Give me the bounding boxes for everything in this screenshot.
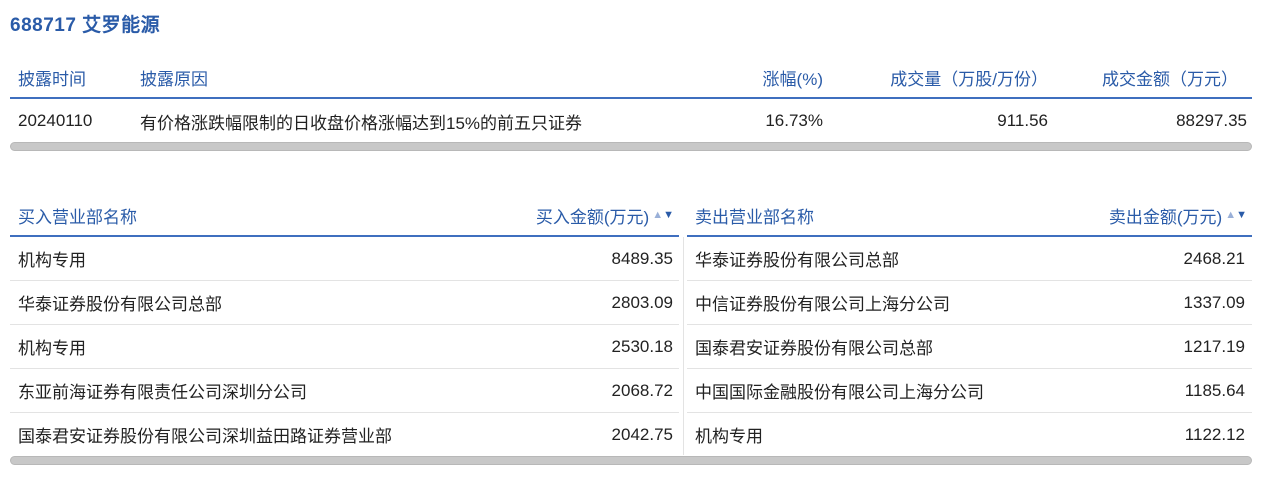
sort-down-icon: ▼	[663, 208, 674, 221]
sort-down-icon: ▼	[1236, 208, 1247, 221]
sell-amount: 1185.64	[1184, 380, 1245, 400]
buy-name: 机构专用	[18, 339, 86, 358]
disclosure-change: 16.73%	[765, 111, 823, 130]
disclosure-table-header: 披露时间 披露原因 涨幅(%) 成交量（万股/万份） 成交金额（万元）	[10, 57, 1252, 99]
disclosure-volume: 911.56	[997, 111, 1048, 130]
table-row: 中国国际金融股份有限公司上海分公司 1185.64	[687, 369, 1252, 413]
buy-amount: 2068.72	[611, 380, 673, 400]
sell-table-header: 卖出营业部名称 卖出金额(万元) ▲▼	[687, 195, 1252, 237]
sort-up-icon: ▲	[1225, 208, 1237, 221]
table-row: 机构专用 8489.35	[10, 237, 679, 281]
sell-amount: 1217.19	[1183, 336, 1245, 356]
header-amount: 成交金额（万元）	[1102, 69, 1238, 89]
sell-amount: 2468.21	[1183, 248, 1245, 268]
header-buy-amount-label: 买入金额(万元)	[535, 207, 650, 227]
header-sell-name: 卖出营业部名称	[695, 207, 814, 227]
sort-icon[interactable]: ▲▼	[1225, 208, 1247, 221]
table-row: 机构专用 1122.12	[687, 413, 1252, 456]
sell-name: 机构专用	[695, 427, 763, 446]
buy-name: 华泰证券股份有限公司总部	[18, 295, 222, 314]
disclosure-amount: 88297.35	[1176, 111, 1247, 130]
disclosure-horizontal-scrollbar[interactable]	[10, 142, 1252, 151]
header-disclosure-time: 披露时间	[18, 69, 86, 89]
buy-name: 东亚前海证券有限责任公司深圳分公司	[18, 383, 307, 402]
table-row: 华泰证券股份有限公司总部 2468.21	[687, 237, 1252, 281]
header-sell-amount[interactable]: 卖出金额(万元) ▲▼	[967, 195, 1247, 235]
buy-amount: 2042.75	[611, 424, 673, 444]
header-volume: 成交量（万股/万份）	[890, 69, 1048, 89]
sell-name: 中国国际金融股份有限公司上海分公司	[695, 383, 984, 402]
header-change: 涨幅(%)	[762, 69, 823, 89]
sell-amount: 1337.09	[1183, 292, 1245, 312]
brokers-horizontal-scrollbar[interactable]	[10, 456, 1252, 465]
buy-amount: 2530.18	[611, 336, 673, 356]
header-buy-amount[interactable]: 买入金额(万元) ▲▼	[390, 195, 674, 235]
sell-name: 华泰证券股份有限公司总部	[695, 251, 899, 270]
buy-amount: 8489.35	[611, 248, 673, 268]
sort-up-icon: ▲	[652, 208, 664, 221]
table-row: 机构专用 2530.18	[10, 325, 679, 369]
disclosure-reason: 有价格涨跌幅限制的日收盘价格涨幅达到15%的前五只证券	[140, 113, 583, 133]
column-divider	[683, 237, 684, 455]
header-buy-name: 买入营业部名称	[18, 207, 137, 227]
buy-name: 机构专用	[18, 251, 86, 270]
table-row: 国泰君安证券股份有限公司深圳益田路证券营业部 2042.75	[10, 413, 679, 456]
disclosure-row: 20240110 有价格涨跌幅限制的日收盘价格涨幅达到15%的前五只证券 16.…	[10, 99, 1252, 143]
header-disclosure-reason: 披露原因	[140, 69, 208, 89]
table-row: 华泰证券股份有限公司总部 2803.09	[10, 281, 679, 325]
header-sell-amount-label: 卖出金额(万元)	[1108, 207, 1223, 227]
buy-table-header: 买入营业部名称 买入金额(万元) ▲▼	[10, 195, 679, 237]
table-row: 东亚前海证券有限责任公司深圳分公司 2068.72	[10, 369, 679, 413]
sort-icon[interactable]: ▲▼	[652, 208, 674, 221]
sell-amount: 1122.12	[1184, 424, 1245, 444]
page-title: 688717 艾罗能源	[10, 15, 161, 36]
buy-name: 国泰君安证券股份有限公司深圳益田路证券营业部	[18, 427, 392, 446]
buy-amount: 2803.09	[611, 292, 673, 312]
table-row: 中信证券股份有限公司上海分公司 1337.09	[687, 281, 1252, 325]
disclosure-time: 20240110	[18, 111, 93, 130]
sell-name: 中信证券股份有限公司上海分公司	[695, 295, 950, 314]
table-row: 国泰君安证券股份有限公司总部 1217.19	[687, 325, 1252, 369]
sell-name: 国泰君安证券股份有限公司总部	[695, 339, 933, 358]
